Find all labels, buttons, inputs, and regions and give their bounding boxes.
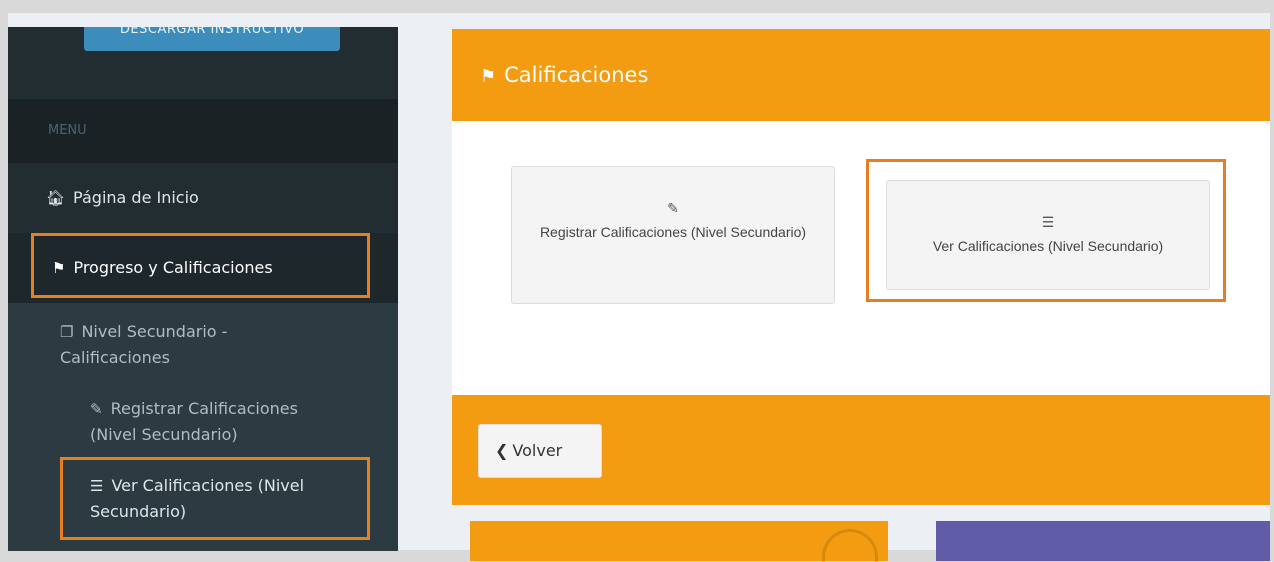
edit-icon: ✎ (90, 400, 103, 418)
back-button[interactable]: ❮ Volver (478, 424, 602, 478)
info-card-purple (936, 521, 1270, 561)
card-decoration-icon (822, 529, 878, 562)
sidebar-item-label: Página de Inicio (73, 188, 199, 207)
flag-checkered-icon: ⚑ (480, 66, 497, 87)
home-icon: 🏠︎ (46, 189, 66, 207)
download-instructions-button[interactable]: DESCARGAR INSTRUCTIVO (84, 27, 340, 51)
tile-label: Ver Calificaciones (Nivel Secundario) (932, 238, 1164, 254)
flag-checkered-icon: ⚑ (52, 259, 66, 277)
sidebar-item-label: Progreso y Calificaciones (73, 258, 273, 277)
sidebar-item-home[interactable]: 🏠︎ Página de Inicio (8, 163, 398, 233)
menu-header: MENU (8, 99, 398, 163)
sidebar-item-registrar[interactable]: ✎ Registrar Calificaciones (Nivel Secunda… (8, 396, 308, 448)
sidebar-item-label: Registrar Calificaciones (Nivel Secundar… (90, 399, 298, 444)
view-grades-tile[interactable]: ☰ Ver Calificaciones (Nivel Secundario) (886, 180, 1210, 290)
list-ol-icon: ☰ (1041, 214, 1055, 230)
sidebar-item-progress[interactable]: ⚑ Progreso y Calificaciones (8, 233, 398, 303)
copy-icon: ❐ (60, 323, 74, 341)
chevron-left-icon: ❮ (495, 441, 509, 460)
sidebar-item-ver[interactable]: ☰ Ver Calificaciones (Nivel Secundario) (8, 473, 308, 525)
list-ol-icon: ☰ (90, 477, 104, 495)
info-card-orange (470, 521, 888, 562)
page-title: Calificaciones (504, 63, 649, 87)
sidebar-item-nivel-secundario[interactable]: ❐ Nivel Secundario - Calificaciones (8, 319, 338, 371)
sidebar-item-label: Nivel Secundario - Calificaciones (60, 322, 228, 367)
panel-header: ⚑ Calificaciones (452, 29, 1270, 121)
tile-label: Registrar Calificaciones (Nivel Secundar… (539, 224, 807, 240)
back-button-label: Volver (512, 441, 563, 460)
edit-icon: ✎ (667, 200, 679, 216)
register-grades-tile[interactable]: ✎ Registrar Calificaciones (Nivel Secund… (511, 166, 835, 304)
sidebar: DESCARGAR INSTRUCTIVO MENU 🏠︎ Página de I… (8, 27, 398, 551)
sidebar-item-label: Ver Calificaciones (Nivel Secundario) (90, 476, 305, 521)
